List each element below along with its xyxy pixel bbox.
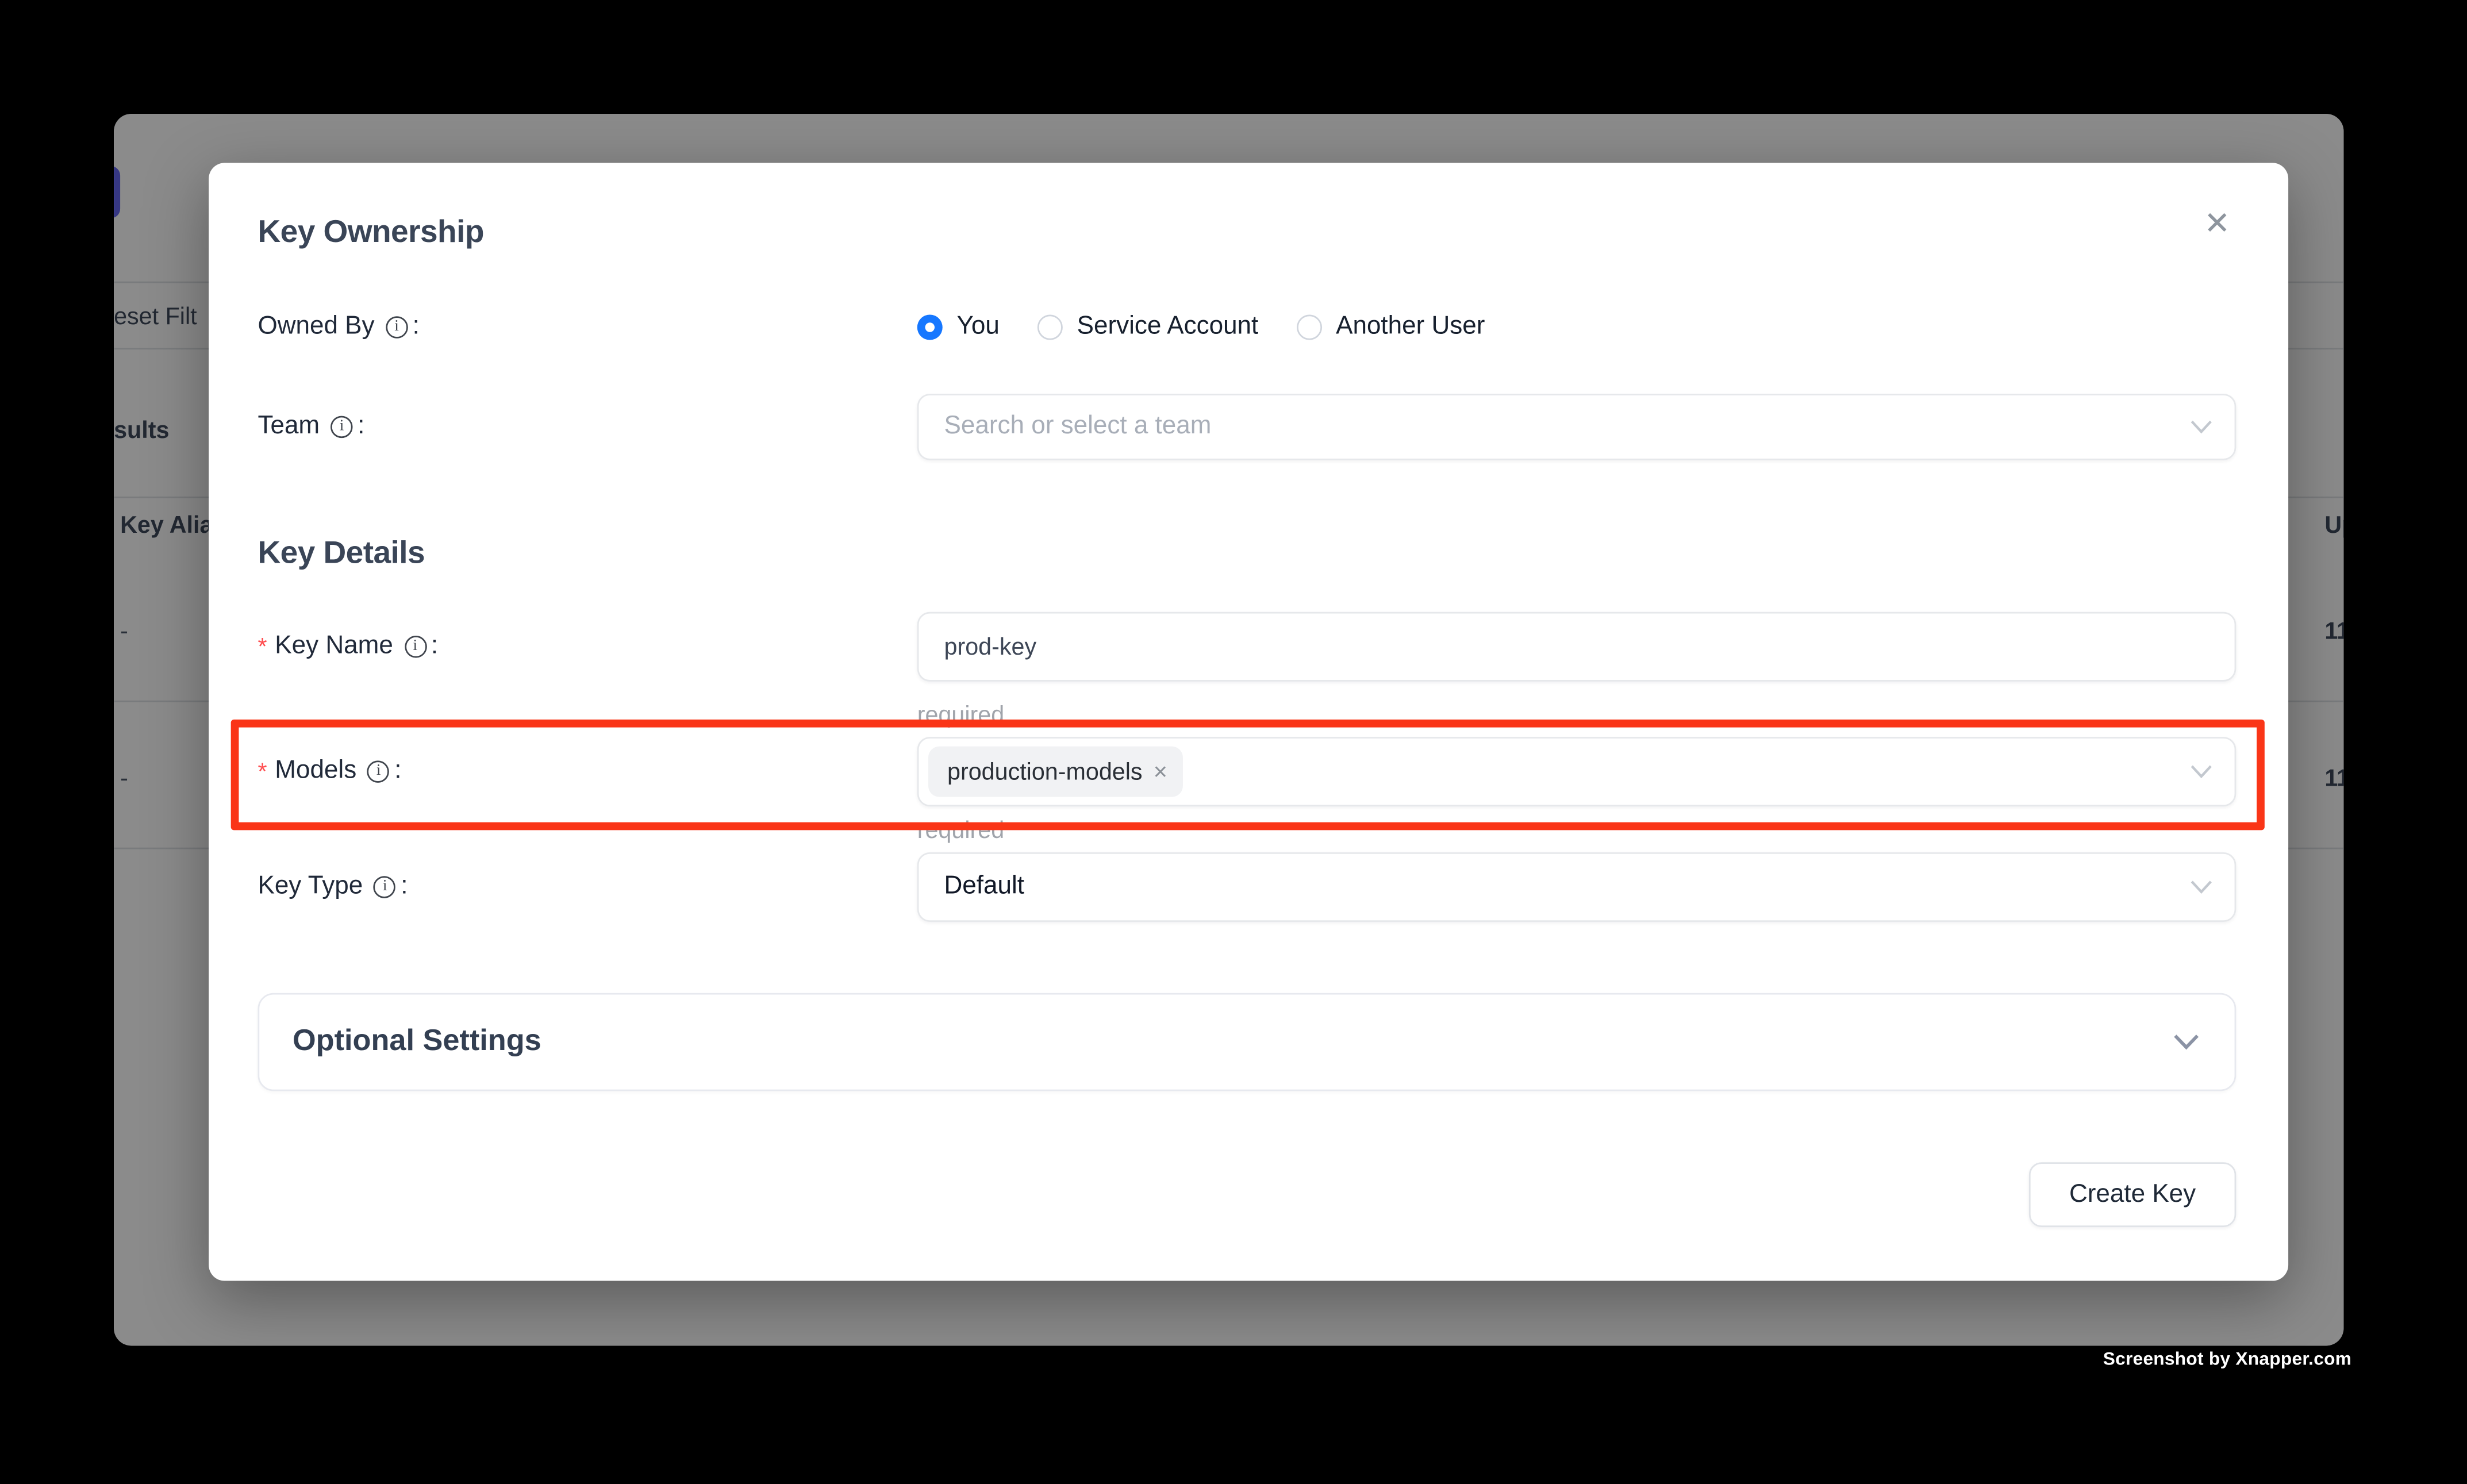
models-label: * Models i : [258,758,917,786]
key-name-row: * Key Name i : [258,612,2236,682]
key-type-row: Key Type i : Default [258,852,2236,922]
team-select[interactable]: Search or select a team [917,394,2237,460]
radio-service-account[interactable]: Service Account [1037,313,1258,342]
info-icon[interactable]: i [331,416,353,439]
owned-by-row: Owned By i : You Service Account Another… [258,295,2236,359]
optional-settings-title: Optional Settings [293,1025,541,1060]
owned-by-label-text: Owned By [258,313,374,342]
radio-service-account-label: Service Account [1077,313,1259,342]
team-label: Team i : [258,413,917,441]
colon: : [431,633,438,662]
colon: : [358,413,364,441]
owned-by-label: Owned By i : [258,313,917,342]
key-name-label-text: Key Name [275,633,393,662]
key-type-selected-value: Default [919,873,1024,902]
optional-settings-panel[interactable]: Optional Settings [258,993,2236,1091]
key-name-input[interactable] [919,613,2234,680]
team-select-placeholder: Search or select a team [919,413,1211,441]
chevron-down-icon [2191,880,2213,894]
watermark-text: Screenshot by Xnapper.com [2103,1351,2351,1370]
remove-tag-icon[interactable]: × [1154,760,1167,783]
key-details-section-title: Key Details [258,536,425,572]
radio-unselected-icon[interactable] [1037,315,1063,340]
info-icon[interactable]: i [386,316,408,339]
chevron-down-icon [2191,420,2213,434]
screenshot-stage: eset Filt sults Key Alia Up - 11/ - 11/ … [0,0,2467,1484]
radio-you-label: You [957,313,1000,342]
key-name-field-wrap [917,612,2237,682]
team-row: Team i : Search or select a team [258,394,2236,460]
info-icon[interactable]: i [404,636,426,658]
info-icon[interactable]: i [367,760,390,783]
key-name-label: * Key Name i : [258,633,917,662]
chevron-down-icon [2173,1033,2200,1051]
key-name-validation-message: required [917,702,1004,729]
radio-unselected-icon[interactable] [1296,315,1321,340]
chevron-down-icon [2191,764,2213,779]
key-type-label-text: Key Type [258,873,363,902]
info-icon[interactable]: i [374,876,396,898]
key-type-select[interactable]: Default [917,852,2237,922]
selected-model-tag-label: production-models [947,758,1143,785]
colon: : [413,313,420,342]
models-row: * Models i : production-models × [258,737,2236,806]
owned-by-radio-group: You Service Account Another User [917,313,1523,342]
radio-selected-icon[interactable] [917,315,943,340]
models-select[interactable]: production-models × [917,737,2237,806]
required-asterisk: * [258,633,267,660]
colon: : [401,873,408,902]
create-key-modal: Key Ownership ✕ Owned By i : You Service… [209,163,2288,1281]
modal-title: Key Ownership [258,215,483,251]
required-asterisk: * [258,758,267,785]
key-type-label: Key Type i : [258,873,917,902]
models-validation-message: required [917,817,1004,844]
radio-another-user-label: Another User [1336,313,1485,342]
selected-model-tag: production-models × [928,747,1183,797]
radio-you[interactable]: You [917,313,1000,342]
create-key-button[interactable]: Create Key [2029,1162,2236,1227]
team-label-text: Team [258,413,320,441]
radio-another-user[interactable]: Another User [1296,313,1485,342]
colon: : [394,758,401,786]
close-icon[interactable]: ✕ [2195,201,2239,245]
models-label-text: Models [275,758,356,786]
